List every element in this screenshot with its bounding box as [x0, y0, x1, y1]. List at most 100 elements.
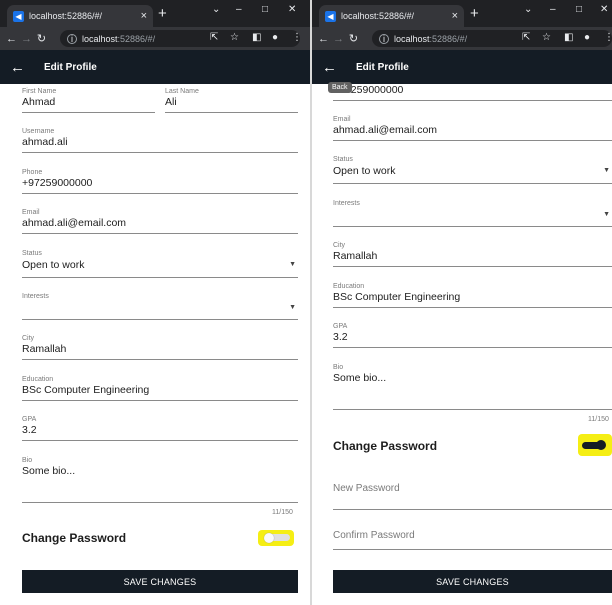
- last-name-label: Last Name: [165, 88, 199, 95]
- save-changes-button[interactable]: SAVE CHANGES: [333, 570, 612, 593]
- new-password-placeholder: New Password: [333, 483, 400, 494]
- maximize-icon[interactable]: □: [576, 4, 582, 15]
- bio-field[interactable]: Bio Some bio...: [333, 360, 612, 410]
- tab-search-icon[interactable]: ⌄: [524, 4, 532, 15]
- education-field[interactable]: Education BSc Computer Engineering: [22, 372, 298, 401]
- city-field[interactable]: City Ramallah: [333, 238, 612, 267]
- tab-close-icon[interactable]: ×: [452, 10, 458, 22]
- menu-kebab-icon[interactable]: ⋮: [604, 32, 612, 43]
- profile-icon[interactable]: ●: [584, 32, 590, 43]
- email-label: Email: [22, 209, 40, 216]
- reload-icon[interactable]: ↻: [346, 32, 361, 45]
- tab-title: localhost:52886/#/: [29, 11, 103, 21]
- minimize-icon[interactable]: –: [236, 4, 242, 15]
- toolbar: ← → ↻ i localhost:52886/#/ ⇱ ☆ ◧ ● ⋮: [312, 27, 612, 50]
- reload-icon[interactable]: ↻: [34, 32, 49, 45]
- email-value: ahmad.ali@email.com: [333, 124, 438, 136]
- education-field[interactable]: Education BSc Computer Engineering: [333, 279, 612, 308]
- back-nav-icon[interactable]: ←: [4, 33, 19, 45]
- email-value: ahmad.ali@email.com: [22, 217, 127, 229]
- tab-strip: ◀ localhost:52886/#/ × + ⌄ – □ ✕: [312, 0, 612, 27]
- side-panel-icon[interactable]: ◧: [252, 32, 261, 43]
- gpa-value: 3.2: [22, 424, 37, 436]
- username-value: ahmad.ali: [22, 136, 68, 148]
- email-label: Email: [333, 116, 351, 123]
- email-field[interactable]: Email ahmad.ali@email.com: [22, 205, 298, 234]
- toolbar: ← → ↻ i localhost:52886/#/ ⇱ ☆ ◧ ● ⋮: [0, 27, 310, 50]
- status-label: Status: [22, 250, 42, 257]
- city-label: City: [333, 242, 346, 249]
- last-name-field[interactable]: Last Name Ali: [165, 84, 298, 113]
- bio-field[interactable]: Bio Some bio...: [22, 453, 298, 503]
- bio-value: Some bio...: [22, 465, 76, 477]
- first-name-field[interactable]: First Name Ahmad: [22, 84, 155, 113]
- close-window-icon[interactable]: ✕: [600, 4, 608, 15]
- bio-char-counter: 11/150: [272, 509, 293, 516]
- right-browser-window: ◀ localhost:52886/#/ × + ⌄ – □ ✕ ← → ↻ i…: [312, 0, 612, 605]
- gpa-field[interactable]: GPA 3.2: [333, 319, 612, 348]
- tab-search-icon[interactable]: ⌄: [212, 4, 220, 15]
- confirm-password-placeholder: Confirm Password: [333, 530, 415, 541]
- tab-strip: ◀ localhost:52886/#/ × + ⌄ – □ ✕: [0, 0, 310, 27]
- status-value: Open to work: [333, 165, 396, 177]
- dropdown-arrow-icon: ▼: [603, 167, 610, 174]
- menu-kebab-icon[interactable]: ⋮: [292, 32, 302, 43]
- browser-tab[interactable]: ◀ localhost:52886/#/ ×: [7, 5, 153, 27]
- page-title: Edit Profile: [44, 61, 97, 73]
- address-bar[interactable]: i localhost:52886/#/: [60, 30, 300, 47]
- dropdown-arrow-icon: ▼: [289, 261, 296, 268]
- back-nav-icon[interactable]: ←: [316, 33, 331, 45]
- url-host: localhost: [82, 33, 118, 44]
- city-field[interactable]: City Ramallah: [22, 331, 298, 360]
- bookmark-star-icon[interactable]: ☆: [230, 32, 239, 43]
- phone-field[interactable]: Phone +97259000000: [22, 165, 298, 194]
- education-label: Education: [333, 283, 365, 290]
- share-icon[interactable]: ⇱: [210, 32, 218, 43]
- browser-tab[interactable]: ◀ localhost:52886/#/ ×: [319, 5, 464, 27]
- back-arrow-icon[interactable]: ←: [10, 59, 30, 76]
- gpa-value: 3.2: [333, 331, 348, 343]
- interests-dropdown[interactable]: Interests ▼: [333, 196, 612, 227]
- email-field[interactable]: Email ahmad.ali@email.com: [333, 112, 612, 141]
- city-label: City: [22, 335, 35, 342]
- forward-nav-icon[interactable]: →: [19, 33, 34, 45]
- education-value: BSc Computer Engineering: [22, 384, 150, 396]
- bookmark-star-icon[interactable]: ☆: [542, 32, 551, 43]
- minimize-icon[interactable]: –: [550, 4, 556, 15]
- tab-close-icon[interactable]: ×: [141, 10, 147, 22]
- close-window-icon[interactable]: ✕: [288, 4, 296, 15]
- new-tab-icon[interactable]: +: [158, 5, 167, 23]
- address-bar[interactable]: i localhost:52886/#/: [372, 30, 612, 47]
- status-dropdown[interactable]: Status Open to work ▼: [22, 246, 298, 278]
- share-icon[interactable]: ⇱: [522, 32, 530, 43]
- change-password-toggle[interactable]: [258, 530, 294, 546]
- first-name-value: Ahmad: [22, 96, 56, 108]
- change-password-label: Change Password: [22, 531, 127, 545]
- change-password-toggle[interactable]: [578, 434, 612, 456]
- side-panel-icon[interactable]: ◧: [564, 32, 573, 43]
- maximize-icon[interactable]: □: [262, 4, 268, 15]
- toggle-thumb: [264, 533, 274, 543]
- site-info-icon[interactable]: i: [379, 33, 389, 44]
- gpa-field[interactable]: GPA 3.2: [22, 412, 298, 441]
- profile-icon[interactable]: ●: [272, 32, 278, 43]
- app-bar: ← Edit Profile: [312, 50, 612, 84]
- page-title: Edit Profile: [356, 61, 409, 73]
- status-dropdown[interactable]: Status Open to work ▼: [333, 152, 612, 184]
- save-changes-button[interactable]: SAVE CHANGES: [22, 570, 298, 593]
- interests-dropdown[interactable]: Interests ▼: [22, 289, 298, 320]
- back-arrow-icon[interactable]: ←: [322, 59, 342, 76]
- new-tab-icon[interactable]: +: [470, 5, 479, 23]
- phone-field[interactable]: +97259000000: [333, 84, 612, 101]
- username-field[interactable]: Username ahmad.ali: [22, 124, 298, 153]
- new-password-field[interactable]: New Password: [333, 472, 612, 510]
- flutter-favicon-icon: ◀: [13, 10, 24, 22]
- site-info-icon[interactable]: i: [67, 33, 77, 44]
- bio-label: Bio: [333, 364, 344, 371]
- forward-nav-icon[interactable]: →: [331, 33, 346, 45]
- confirm-password-field[interactable]: Confirm Password: [333, 518, 612, 550]
- first-name-label: First Name: [22, 88, 57, 95]
- back-tooltip: Back: [328, 82, 352, 93]
- app-bar: ← Edit Profile: [0, 50, 310, 84]
- left-browser-window: ◀ localhost:52886/#/ × + ⌄ – □ ✕ ← → ↻ i…: [0, 0, 310, 605]
